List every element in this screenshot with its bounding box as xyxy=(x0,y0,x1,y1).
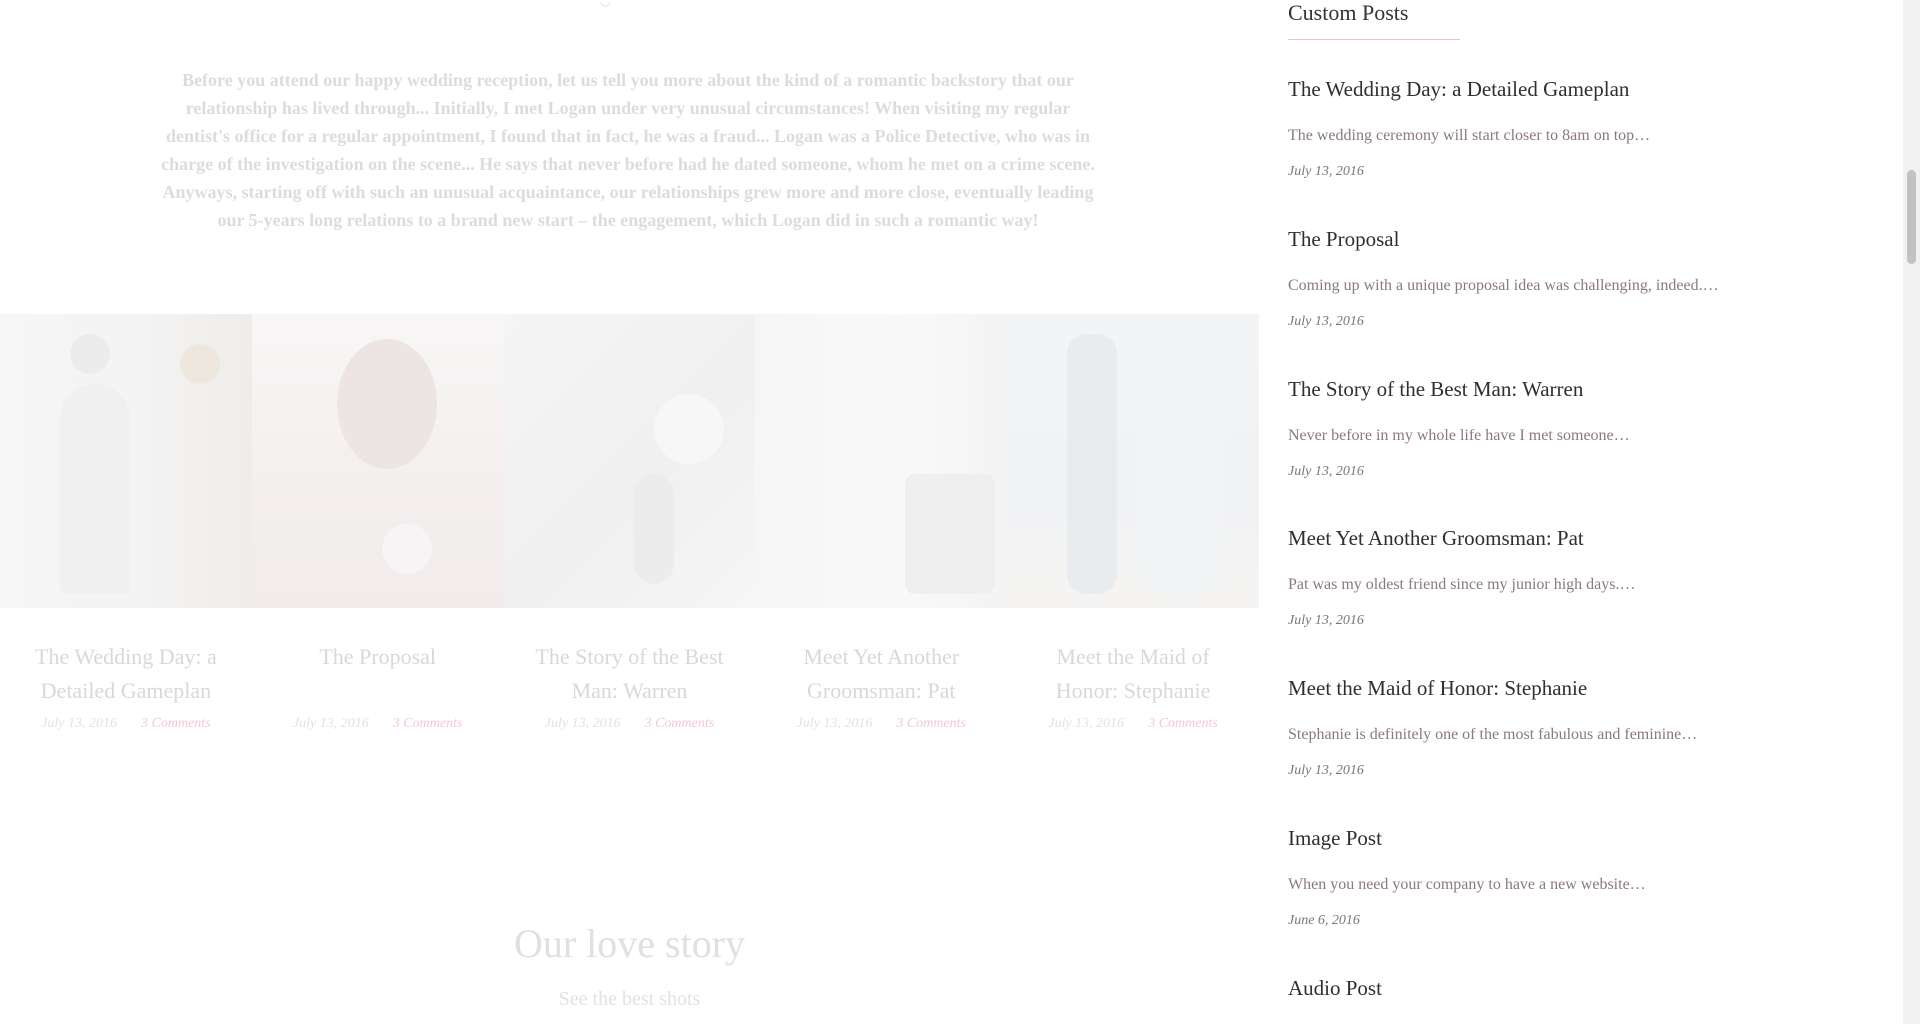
page-scrollbar[interactable] xyxy=(1903,0,1920,1024)
post-card-date[interactable]: July 13, 2016 xyxy=(545,716,621,732)
sidebar-post-date: July 13, 2016 xyxy=(1288,763,1364,778)
sidebar-post: The Proposal Coming up with a unique pro… xyxy=(1288,226,1828,330)
post-cards: The Wedding Day: a Detailed Gameplan Jul… xyxy=(0,640,1259,732)
love-story-subtitle: See the best shots xyxy=(558,988,701,1010)
widget-title-underline xyxy=(1288,39,1460,40)
sidebar-post-title[interactable]: Audio Post xyxy=(1288,975,1828,1001)
post-card-meta: July 13, 2016 3 Comments xyxy=(0,716,252,732)
post-card-meta: July 13, 2016 3 Comments xyxy=(755,716,1007,732)
sidebar-post-excerpt: Never before in my whole life have I met… xyxy=(1288,427,1630,444)
post-card-meta: July 13, 2016 3 Comments xyxy=(504,716,756,732)
post-card-date[interactable]: July 13, 2016 xyxy=(41,716,117,732)
main-content: ◡ Before you attend our happy wedding re… xyxy=(0,0,1259,1024)
sidebar-post-excerpt: Coming up with a unique proposal idea wa… xyxy=(1288,277,1719,294)
sidebar-post-title[interactable]: The Story of the Best Man: Warren xyxy=(1288,376,1828,402)
post-card: The Proposal July 13, 2016 3 Comments xyxy=(252,640,504,732)
post-gallery xyxy=(0,314,1259,608)
post-card: The Story of the Best Man: Warren July 1… xyxy=(504,640,756,732)
post-card-date[interactable]: July 13, 2016 xyxy=(797,716,873,732)
widget-title: Custom Posts xyxy=(1288,0,1409,25)
gallery-image-wedding-day[interactable] xyxy=(0,314,252,608)
sidebar-post-title[interactable]: Meet Yet Another Groomsman: Pat xyxy=(1288,525,1828,551)
post-card-meta: July 13, 2016 3 Comments xyxy=(252,716,504,732)
sidebar-post-date: July 13, 2016 xyxy=(1288,464,1364,479)
custom-posts-sidebar: Custom Posts The Wedding Day: a Detailed… xyxy=(1288,0,1828,1024)
post-card: The Wedding Day: a Detailed Gameplan Jul… xyxy=(0,640,252,732)
post-card-meta: July 13, 2016 3 Comments xyxy=(1007,716,1259,732)
sidebar-post-excerpt: When you need your company to have a new… xyxy=(1288,876,1646,893)
post-card-date[interactable]: July 13, 2016 xyxy=(293,716,369,732)
post-card-title[interactable]: The Story of the Best Man: Warren xyxy=(529,640,729,708)
sidebar-post: The Wedding Day: a Detailed Gameplan The… xyxy=(1288,76,1828,180)
post-card-title[interactable]: The Proposal xyxy=(278,640,478,708)
sidebar-post: Meet the Maid of Honor: Stephanie Stepha… xyxy=(1288,675,1828,779)
sidebar-post-title[interactable]: The Proposal xyxy=(1288,226,1828,252)
post-card: Meet Yet Another Groomsman: Pat July 13,… xyxy=(755,640,1007,732)
sidebar-post: Meet Yet Another Groomsman: Pat Pat was … xyxy=(1288,525,1828,629)
sidebar-post-excerpt: The wedding ceremony will start closer t… xyxy=(1288,127,1651,144)
post-card-comments[interactable]: 3 Comments xyxy=(645,716,715,732)
gallery-image-proposal[interactable] xyxy=(251,314,504,608)
post-card-comments[interactable]: 3 Comments xyxy=(1148,716,1218,732)
sidebar-post: Audio Post xyxy=(1288,975,1828,1001)
post-card: Meet the Maid of Honor: Stephanie July 1… xyxy=(1007,640,1259,732)
sidebar-post-date: June 6, 2016 xyxy=(1288,913,1360,928)
gallery-image-maid-of-honor[interactable] xyxy=(1007,314,1259,608)
gallery-image-best-man[interactable] xyxy=(503,314,756,608)
love-story-heading: Our love story xyxy=(513,921,746,966)
post-card-title[interactable]: Meet Yet Another Groomsman: Pat xyxy=(781,640,981,708)
gallery-image-groomsman[interactable] xyxy=(755,314,1008,608)
post-card-title[interactable]: Meet the Maid of Honor: Stephanie xyxy=(1033,640,1233,708)
sidebar-post-title[interactable]: Image Post xyxy=(1288,825,1828,851)
sidebar-post-date: July 13, 2016 xyxy=(1288,613,1364,628)
sidebar-post: The Story of the Best Man: Warren Never … xyxy=(1288,376,1828,480)
scrollbar-thumb[interactable] xyxy=(1907,170,1916,264)
post-card-date[interactable]: July 13, 2016 xyxy=(1048,716,1124,732)
sidebar-post-date: July 13, 2016 xyxy=(1288,314,1364,329)
intro-paragraph: Before you attend our happy wedding rece… xyxy=(161,70,1095,230)
sidebar-post-excerpt: Stephanie is definitely one of the most … xyxy=(1288,726,1698,743)
sidebar-post: Image Post When you need your company to… xyxy=(1288,825,1828,929)
sidebar-post-title[interactable]: The Wedding Day: a Detailed Gameplan xyxy=(1288,76,1828,102)
post-card-title[interactable]: The Wedding Day: a Detailed Gameplan xyxy=(26,640,226,708)
post-card-comments[interactable]: 3 Comments xyxy=(393,716,463,732)
post-card-comments[interactable]: 3 Comments xyxy=(896,716,966,732)
cut-top-glyph: ◡ xyxy=(600,0,611,8)
post-card-comments[interactable]: 3 Comments xyxy=(141,716,211,732)
sidebar-post-excerpt: Pat was my oldest friend since my junior… xyxy=(1288,576,1636,593)
sidebar-post-date: July 13, 2016 xyxy=(1288,164,1364,179)
sidebar-post-title[interactable]: Meet the Maid of Honor: Stephanie xyxy=(1288,675,1828,701)
